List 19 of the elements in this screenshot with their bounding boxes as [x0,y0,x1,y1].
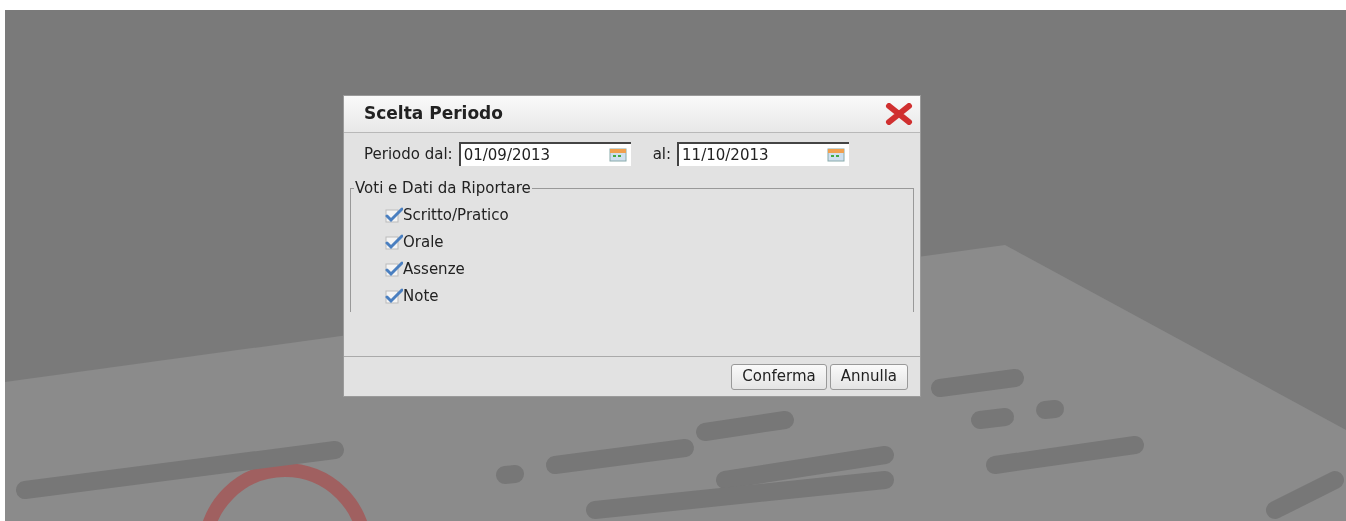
window-title: Scelta Periodo [364,102,503,126]
calendar-icon[interactable] [608,148,627,162]
cancel-button[interactable]: Annulla [829,363,908,390]
checked-checkbox-icon[interactable] [385,288,403,304]
close-icon[interactable] [884,103,914,125]
confirm-button[interactable]: Conferma [731,363,827,390]
checkbox-label: Assenze [403,258,465,280]
checkbox-label: Orale [403,231,444,253]
date-field[interactable]: 11/10/2013 [677,142,850,166]
field-label: Periodo dal: [364,143,453,165]
checkbox-label: Note [403,285,439,307]
checked-checkbox-icon[interactable] [385,207,403,223]
field-label: al: [652,143,672,165]
checkbox-label: Scritto/Pratico [403,204,509,226]
date-field[interactable]: 01/09/2013 [458,142,631,166]
calendar-icon[interactable] [827,148,846,162]
checked-checkbox-icon[interactable] [385,261,403,277]
checked-checkbox-icon[interactable] [385,234,403,250]
group-title: Voti e Dati da Riportare [354,178,532,198]
